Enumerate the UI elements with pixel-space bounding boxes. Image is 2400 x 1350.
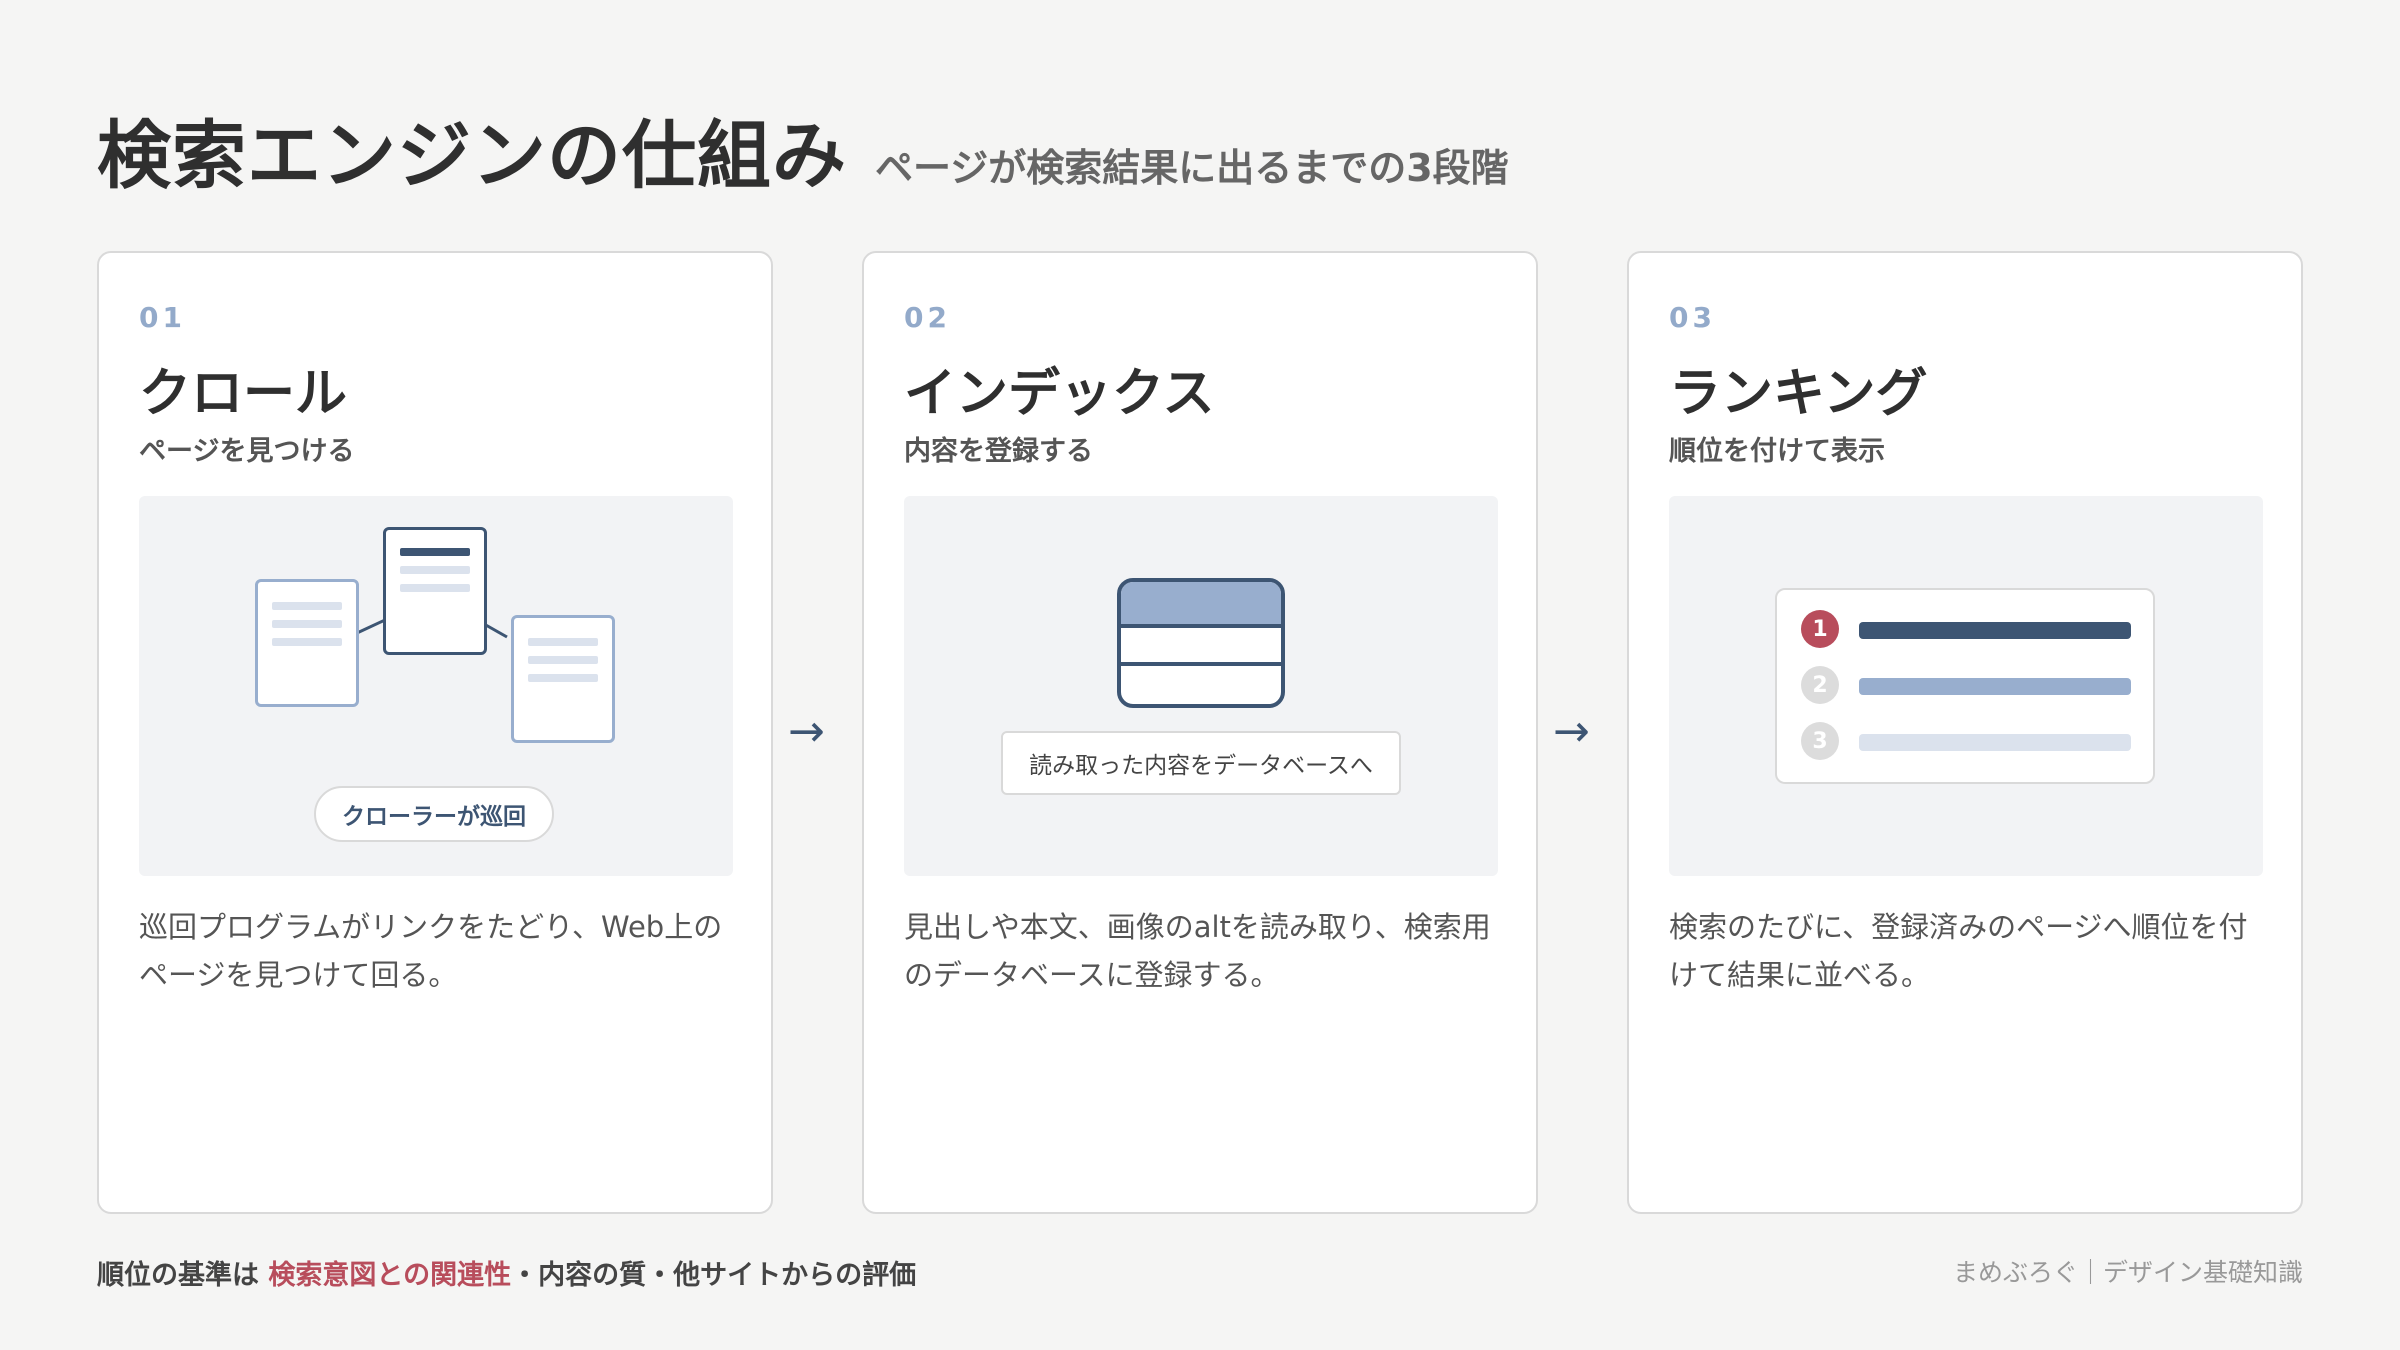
rank-badge: 3 <box>1801 722 1839 760</box>
result-row: 3 <box>1801 722 2131 762</box>
footer-suffix: ・内容の質・他サイトからの評価 <box>511 1260 917 1291</box>
rank-badge: 1 <box>1801 610 1839 648</box>
result-bar <box>1859 734 2131 751</box>
step-title: インデックス <box>904 364 1215 424</box>
crawl-illustration: クローラーが巡回 <box>139 496 733 876</box>
database-icon <box>1117 578 1285 708</box>
step-card-ranking: 03 ランキング 順位を付けて表示 1 2 3 検索のたびに、登録済みのページへ… <box>1627 251 2303 1214</box>
page-document-icon <box>511 615 615 743</box>
result-bar <box>1859 678 2131 695</box>
header: 検索エンジンの仕組み ページが検索結果に出るまでの3段階 <box>97 96 1509 203</box>
step-number: 01 <box>139 301 186 334</box>
step-title: クロール <box>139 364 348 424</box>
result-row: 2 <box>1801 666 2131 706</box>
arrow-right-icon: → <box>788 706 825 757</box>
footer-note: 順位の基準は 検索意図との関連性・内容の質・他サイトからの評価 <box>97 1253 916 1292</box>
step-subtitle: ページを見つける <box>139 436 355 467</box>
page-title: 検索エンジンの仕組み <box>97 113 847 199</box>
footer-highlight: 検索意図との関連性 <box>268 1260 512 1291</box>
step-card-crawl: 01 クロール ページを見つける クローラーが巡回 巡回プログラムがリンクをたど… <box>97 251 773 1214</box>
rank-badge: 2 <box>1801 666 1839 704</box>
step-subtitle: 順位を付けて表示 <box>1669 436 1885 467</box>
step-number: 03 <box>1669 301 1716 334</box>
ranking-illustration: 1 2 3 <box>1669 496 2263 876</box>
result-row: 1 <box>1801 610 2131 650</box>
crawler-label: クローラーが巡回 <box>314 786 554 842</box>
step-description: 見出しや本文、画像のaltを読み取り、検索用のデータベースに登録する。 <box>904 910 1491 992</box>
arrow-right-icon: → <box>1553 706 1590 757</box>
step-description: 検索のたびに、登録済みのページへ順位を付けて結果に並べる。 <box>1669 910 2248 992</box>
step-subtitle: 内容を登録する <box>904 436 1093 467</box>
page-subtitle: ページが検索結果に出るまでの3段階 <box>875 146 1509 190</box>
footer-credit: まめぶろぐ｜デザイン基礎知識 <box>1952 1258 2303 1287</box>
database-label: 読み取った内容をデータベースへ <box>1001 731 1401 795</box>
step-description: 巡回プログラムがリンクをたどり、Web上のページを見つけて回る。 <box>139 910 723 992</box>
step-title: ランキング <box>1669 364 1928 424</box>
step-card-index: 02 インデックス 内容を登録する 読み取った内容をデータベースへ 見出しや本文… <box>862 251 1538 1214</box>
page-document-icon <box>383 527 487 655</box>
index-illustration: 読み取った内容をデータベースへ <box>904 496 1498 876</box>
search-results-list: 1 2 3 <box>1775 588 2155 784</box>
footer-prefix: 順位の基準は <box>97 1260 259 1291</box>
step-number: 02 <box>904 301 951 334</box>
result-bar <box>1859 622 2131 639</box>
page-document-icon <box>255 579 359 707</box>
